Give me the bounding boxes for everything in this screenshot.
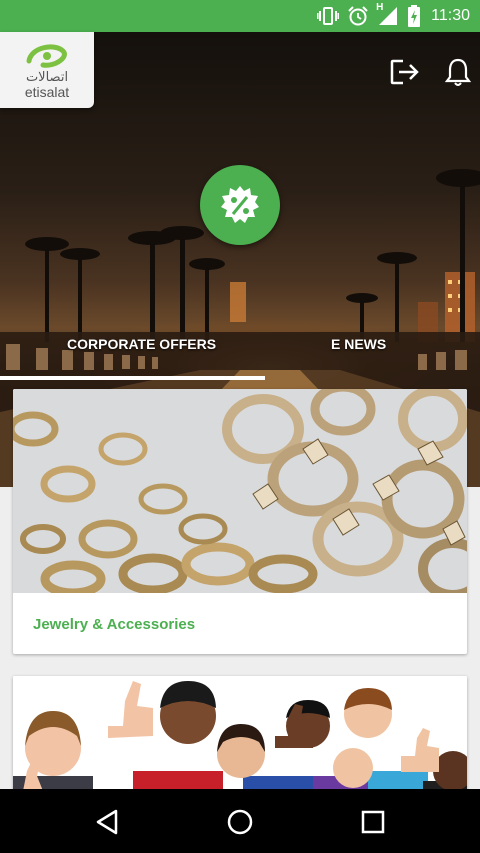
- tab-indicator: [0, 376, 265, 380]
- app-screen: H 11:30 اتصالات etisalat CORPORATE OFFER…: [0, 0, 480, 853]
- home-circle-icon: [227, 809, 253, 835]
- logout-button[interactable]: [388, 55, 422, 89]
- signal-icon: H: [376, 2, 399, 26]
- network-type-label: H: [376, 2, 384, 13]
- logo-english-text: etisalat: [24, 83, 70, 100]
- recents-button[interactable]: [356, 805, 390, 839]
- status-bar: H 11:30: [0, 0, 480, 32]
- logo-mark-icon: [26, 43, 67, 68]
- offers-button[interactable]: [200, 165, 280, 245]
- vibrate-icon: [317, 6, 340, 26]
- logout-icon: [390, 59, 419, 85]
- etisalat-logo[interactable]: اتصالات etisalat: [0, 32, 94, 108]
- home-button[interactable]: [223, 805, 257, 839]
- logo-arabic-text: اتصالات: [25, 69, 69, 85]
- system-nav-bar: [0, 789, 480, 853]
- recents-square-icon: [361, 810, 385, 834]
- tab-corporate-offers[interactable]: CORPORATE OFFERS: [67, 336, 216, 352]
- category-card-jewelry[interactable]: Jewelry & Accessories: [13, 389, 467, 654]
- notifications-button[interactable]: [441, 55, 475, 89]
- status-time: 11:30: [431, 7, 470, 24]
- gold-chains-image: [13, 389, 467, 593]
- tab-e-news[interactable]: E NEWS: [331, 336, 386, 352]
- back-button[interactable]: [90, 805, 124, 839]
- percent-badge-icon: [221, 186, 259, 223]
- bell-icon: [445, 58, 471, 86]
- battery-charging-icon: [407, 5, 421, 27]
- alarm-icon: [347, 5, 369, 27]
- back-triangle-icon: [96, 809, 118, 835]
- category-title: Jewelry & Accessories: [33, 616, 196, 633]
